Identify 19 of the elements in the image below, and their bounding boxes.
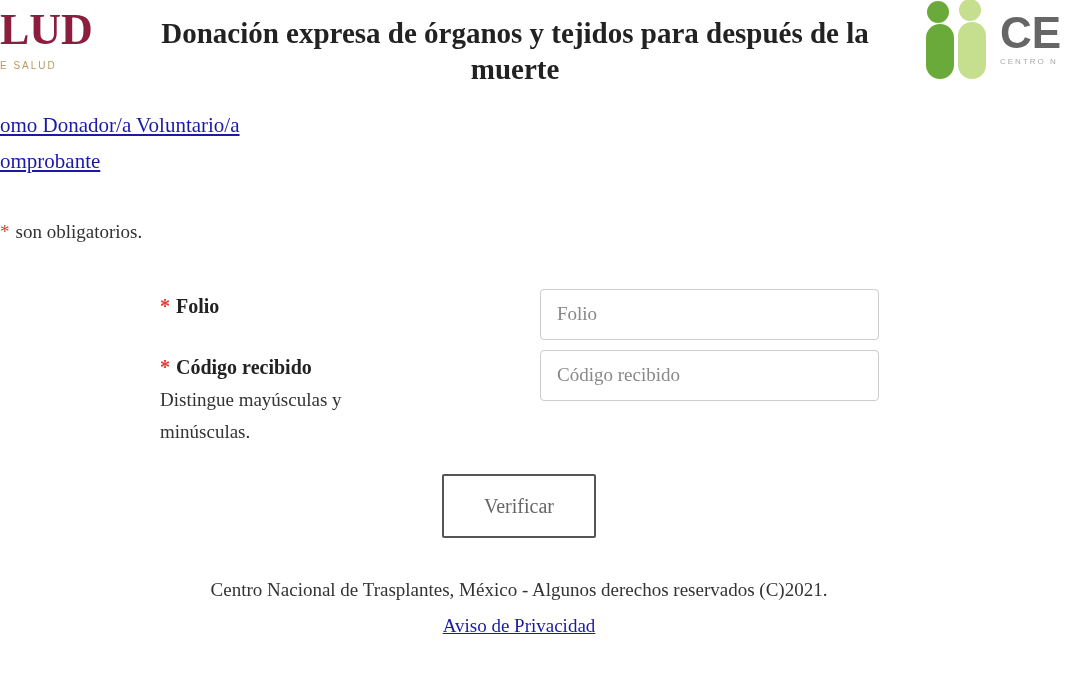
page-title: Donación expresa de órganos y tejidos para después de la muerte xyxy=(160,16,870,87)
nav-link[interactable]: omprobante xyxy=(0,148,101,174)
required-asterisk: * xyxy=(0,220,10,244)
field-label: Código recibido xyxy=(176,354,312,381)
logo-text: LUD xyxy=(0,6,93,54)
logo-subtext: CENTRO N xyxy=(1000,56,1059,68)
required-asterisk: * xyxy=(160,293,170,319)
verify-button[interactable]: Verificar xyxy=(442,473,596,538)
footer-text: Centro Nacional de Trasplantes, México - Algunos derechos reservados (C)2021. xyxy=(210,577,828,602)
required-note: son obligatorios. xyxy=(15,220,143,244)
privacy-link[interactable]: Aviso de Privacidad xyxy=(442,612,596,641)
input-field[interactable]: Folio xyxy=(540,288,879,340)
required-asterisk: * xyxy=(160,354,170,380)
field-hint: Distingue mayúsculas y minúsculas. xyxy=(160,387,343,444)
input-field[interactable]: Código recibido xyxy=(540,349,879,401)
nav-link[interactable]: omo Donador/a Voluntario/a xyxy=(0,112,240,138)
logo-subtext: E SALUD xyxy=(0,59,57,73)
logo-text: CE xyxy=(1000,10,1062,56)
field-label: Folio xyxy=(176,293,220,319)
